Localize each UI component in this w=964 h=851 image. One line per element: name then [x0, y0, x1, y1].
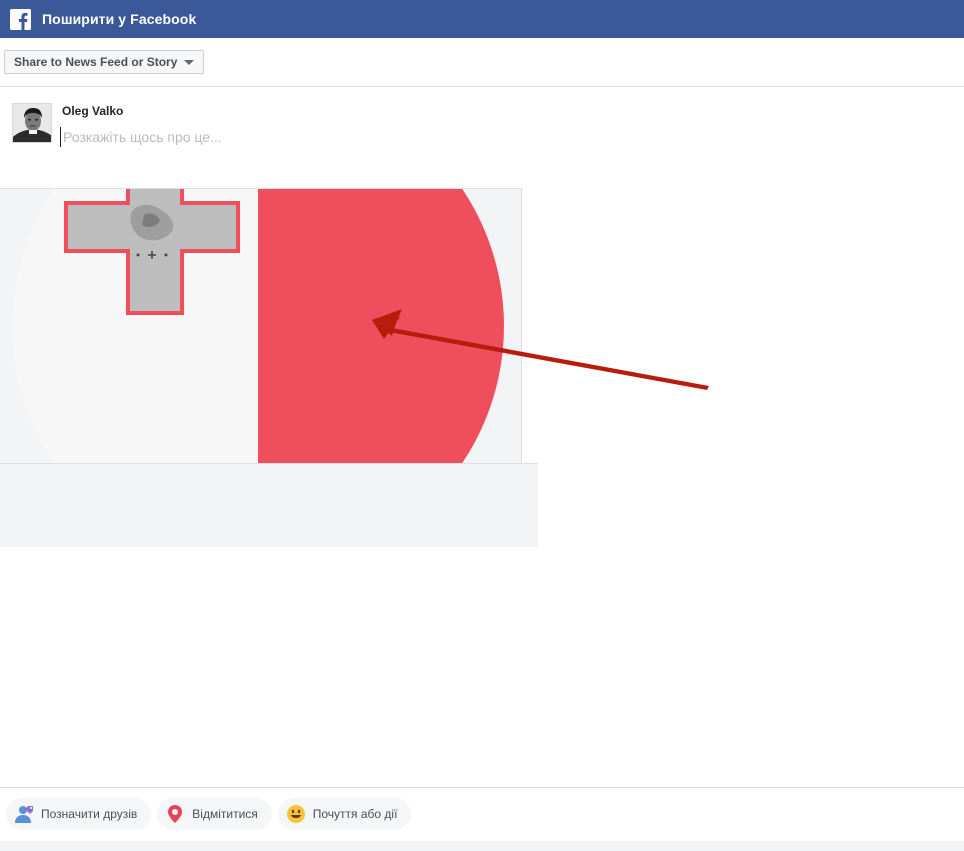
divider [0, 787, 964, 788]
preview-domain [8, 470, 530, 484]
footer-bar [0, 841, 964, 851]
share-target-dropdown[interactable]: Share to News Feed or Story [4, 50, 204, 74]
preview-image [0, 188, 522, 463]
share-dialog: Поширити у Facebook Share to News Feed o… [0, 0, 964, 851]
dialog-header: Поширити у Facebook [0, 0, 964, 38]
divider [0, 86, 964, 87]
location-pin-icon [165, 804, 185, 824]
share-target-label: Share to News Feed or Story [14, 55, 178, 69]
feeling-activity-button[interactable]: Почуття або дії [277, 798, 412, 830]
tag-friends-button[interactable]: Позначити друзів [6, 798, 152, 830]
check-in-button[interactable]: Відмітитися [157, 798, 272, 830]
dialog-title: Поширити у Facebook [42, 11, 197, 27]
composer-actions: Позначити друзів Відмітитися Почуття або… [6, 798, 412, 830]
status-input[interactable] [60, 127, 660, 147]
smiley-icon [286, 804, 306, 824]
tag-friends-icon [14, 804, 34, 824]
caret-down-icon [184, 60, 194, 65]
avatar[interactable] [12, 103, 52, 143]
check-in-label: Відмітитися [192, 807, 258, 821]
tag-friends-label: Позначити друзів [41, 807, 138, 821]
facebook-f-icon [10, 8, 31, 30]
link-preview[interactable] [0, 188, 538, 548]
user-name: Oleg Valko [62, 104, 124, 118]
preview-meta [0, 463, 538, 547]
feeling-activity-label: Почуття або дії [312, 807, 398, 821]
